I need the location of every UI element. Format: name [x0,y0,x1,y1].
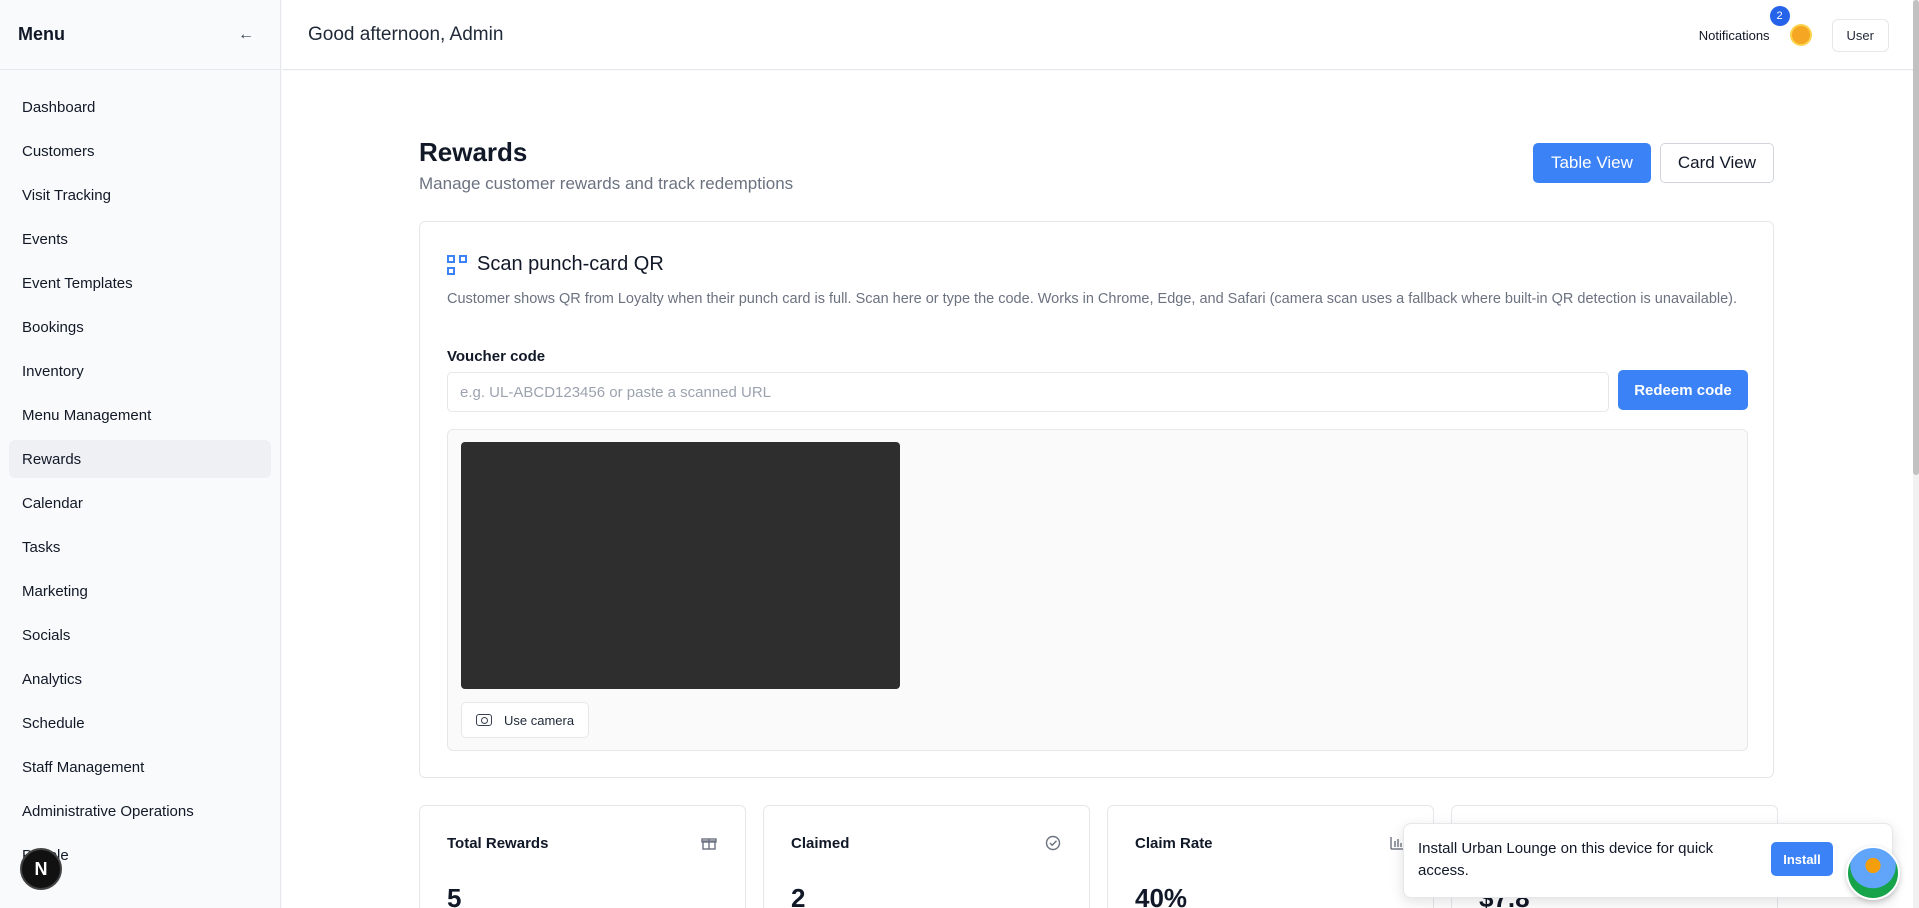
sidebar-item-dashboard[interactable]: Dashboard [9,88,271,126]
sidebar-item-visit-tracking[interactable]: Visit Tracking [9,176,271,214]
sidebar-item-administrative-operations[interactable]: Administrative Operations [9,792,271,830]
sidebar-item-staff-management[interactable]: Staff Management [9,748,271,786]
stat-label: Total Rewards [447,835,549,852]
card-view-button[interactable]: Card View [1659,143,1774,183]
notifications-label: Notifications [1698,27,1770,43]
sidebar-item-customers[interactable]: Customers [9,132,271,170]
sidebar-item-rewards[interactable]: Rewards [9,440,271,478]
gift-icon [701,835,717,855]
app-logo[interactable] [1846,846,1900,900]
sidebar-item-event-templates[interactable]: Event Templates [9,264,271,302]
topbar-actions: Notifications 2 User [1699,0,1889,70]
page-header: Rewards Manage customer rewards and trac… [419,137,793,194]
sidebar-item-calendar[interactable]: Calendar [9,484,271,522]
page-subtitle: Manage customer rewards and track redemp… [419,174,794,193]
scan-title-text: Scan punch-card QR [477,253,664,275]
notifications-count-badge: 2 [1769,5,1790,26]
sidebar-nav: Dashboard Customers Visit Tracking Event… [0,70,280,874]
stat-card-claimed: Claimed 2 [763,805,1090,908]
sidebar-item-tasks[interactable]: Tasks [9,528,271,566]
redeem-code-button[interactable]: Redeem code [1618,370,1748,410]
stat-label: Claimed [791,835,850,852]
qr-code-icon [447,254,467,275]
voucher-code-input[interactable] [447,372,1609,412]
scrollbar-thumb[interactable] [1913,0,1919,475]
user-button[interactable]: User [1831,18,1889,52]
topbar: Good afternoon, Admin Notifications 2 Us… [282,0,1919,70]
check-circle-icon [1045,835,1061,855]
scan-title: Scan punch-card QR [447,253,664,276]
voucher-code-label: Voucher code [447,348,546,365]
sidebar-item-socials[interactable]: Socials [9,616,271,654]
use-camera-label: Use camera [504,712,575,728]
stat-value: 40% [1135,883,1188,908]
stat-value: 5 [447,883,462,908]
install-prompt-text: Install Urban Lounge on this device for … [1418,840,1714,879]
sidebar-header: Menu ← [0,0,280,70]
sidebar-item-events[interactable]: Events [9,220,271,258]
sidebar-item-menu-management[interactable]: Menu Management [9,396,271,434]
stat-value: 2 [791,883,806,908]
install-button[interactable]: Install [1771,842,1833,876]
collapse-sidebar-icon[interactable]: ← [230,22,262,48]
camera-panel: Use camera [447,429,1748,751]
use-camera-button[interactable]: Use camera [461,702,590,738]
notifications-button[interactable]: Notifications 2 [1698,5,1790,43]
scan-description: Customer shows QR from Loyalty when thei… [447,291,1738,307]
main-content: Rewards Manage customer rewards and trac… [282,71,1919,908]
camera-preview [461,442,900,689]
sidebar: Menu ← Dashboard Customers Visit Trackin… [0,0,281,908]
view-toggle: Table View Card View [1532,143,1774,183]
sidebar-item-marketing[interactable]: Marketing [9,572,271,610]
page-title: Rewards [419,137,528,167]
sidebar-item-schedule[interactable]: Schedule [9,704,271,742]
table-view-button[interactable]: Table View [1532,143,1651,183]
scrollbar[interactable] [1913,0,1919,908]
camera-icon [476,714,492,726]
install-prompt: Install Urban Lounge on this device for … [1403,823,1893,898]
stat-card-claim-rate: Claim Rate 40% [1107,805,1434,908]
sidebar-item-inventory[interactable]: Inventory [9,352,271,390]
stat-label: Claim Rate [1135,835,1213,852]
greeting: Good afternoon, Admin [308,23,504,45]
sun-icon[interactable] [1791,26,1810,44]
scan-qr-card: Scan punch-card QR Customer shows QR fro… [419,221,1774,778]
sidebar-title: Menu [18,24,65,44]
avatar[interactable]: N [20,848,62,890]
sidebar-item-bookings[interactable]: Bookings [9,308,271,346]
sidebar-item-analytics[interactable]: Analytics [9,660,271,698]
stat-card-total-rewards: Total Rewards 5 [419,805,746,908]
